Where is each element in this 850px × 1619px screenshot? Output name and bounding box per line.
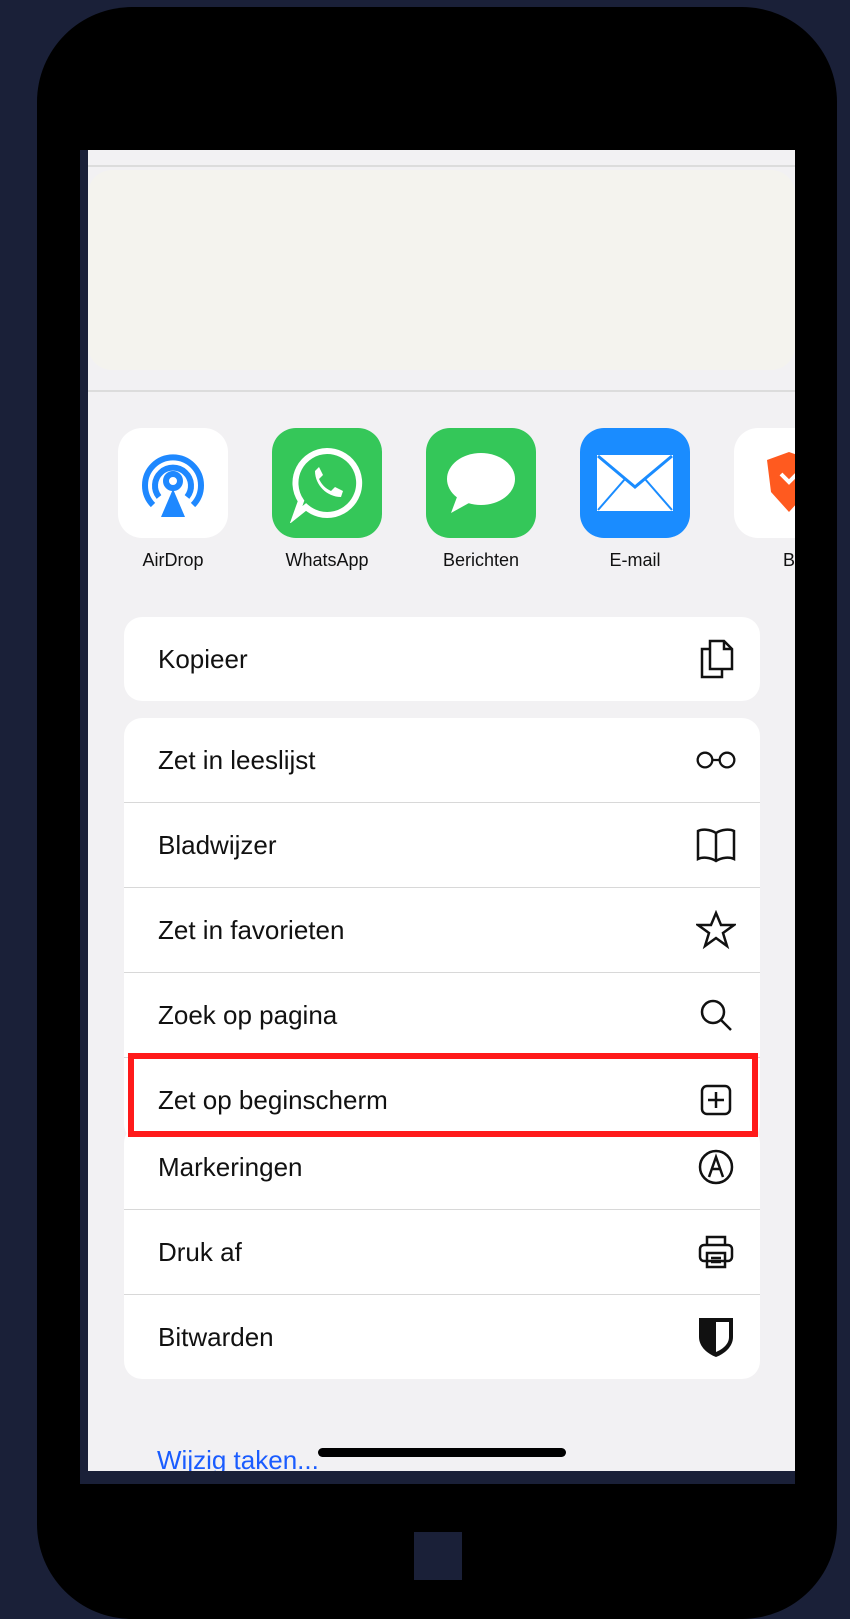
share-sheet: AirDrop WhatsApp Berichten E-mail B Kopi…	[88, 150, 795, 1471]
share-target-berichten[interactable]: Berichten	[416, 428, 546, 571]
whatsapp-icon	[272, 428, 382, 538]
printer-icon	[694, 1230, 738, 1274]
share-target-brave[interactable]: B	[724, 428, 795, 571]
action-label: Druk af	[158, 1236, 242, 1267]
action-reading-list[interactable]: Zet in leeslijst	[124, 718, 760, 802]
share-preview-card	[88, 170, 795, 370]
action-find-on-page[interactable]: Zoek op pagina	[124, 972, 760, 1057]
share-target-label: E-mail	[609, 550, 661, 570]
share-targets-row[interactable]: AirDrop WhatsApp Berichten E-mail B	[88, 428, 795, 578]
action-bitwarden[interactable]: Bitwarden	[124, 1294, 760, 1379]
messages-icon	[426, 428, 536, 538]
action-label: Markeringen	[158, 1151, 303, 1182]
brave-icon	[734, 428, 795, 538]
action-label: Zet in favorieten	[158, 914, 345, 945]
divider	[88, 390, 795, 392]
action-label: Bladwijzer	[158, 829, 277, 860]
share-target-label: B	[782, 550, 795, 570]
share-target-whatsapp[interactable]: WhatsApp	[262, 428, 392, 571]
action-copy[interactable]: Kopieer	[124, 617, 760, 701]
action-print[interactable]: Druk af	[124, 1209, 760, 1294]
share-target-label: WhatsApp	[285, 550, 369, 570]
copy-icon	[694, 637, 738, 681]
action-markup[interactable]: Markeringen	[124, 1125, 760, 1209]
action-label: Zoek op pagina	[158, 999, 338, 1030]
star-icon	[694, 908, 738, 952]
edit-actions-link[interactable]: Wijzig taken...	[157, 1445, 319, 1471]
share-target-airdrop[interactable]: AirDrop	[108, 428, 238, 571]
home-button[interactable]	[414, 1532, 462, 1580]
action-group-extensions: Markeringen Druk af Bitwarden	[124, 1125, 760, 1379]
search-icon	[694, 993, 738, 1037]
action-label: Kopieer	[158, 643, 248, 674]
book-icon	[694, 823, 738, 867]
airdrop-icon	[118, 428, 228, 538]
action-label: Bitwarden	[158, 1321, 274, 1352]
mail-icon	[580, 428, 690, 538]
add-square-icon	[694, 1078, 738, 1122]
action-favorites[interactable]: Zet in favorieten	[124, 887, 760, 972]
action-bookmark[interactable]: Bladwijzer	[124, 802, 760, 887]
share-target-label: AirDrop	[142, 550, 204, 570]
glasses-icon	[694, 738, 738, 782]
action-label: Zet op beginscherm	[158, 1084, 388, 1115]
action-group-browser: Zet in leeslijst Bladwijzer Zet in favor…	[124, 718, 760, 1142]
share-target-email[interactable]: E-mail	[570, 428, 700, 571]
action-group-copy: Kopieer	[124, 617, 760, 701]
bitwarden-shield-icon	[694, 1315, 738, 1359]
share-target-label: Berichten	[442, 550, 520, 570]
divider	[88, 165, 795, 167]
markup-icon	[694, 1145, 738, 1189]
action-label: Zet in leeslijst	[158, 744, 316, 775]
home-indicator	[318, 1448, 566, 1457]
